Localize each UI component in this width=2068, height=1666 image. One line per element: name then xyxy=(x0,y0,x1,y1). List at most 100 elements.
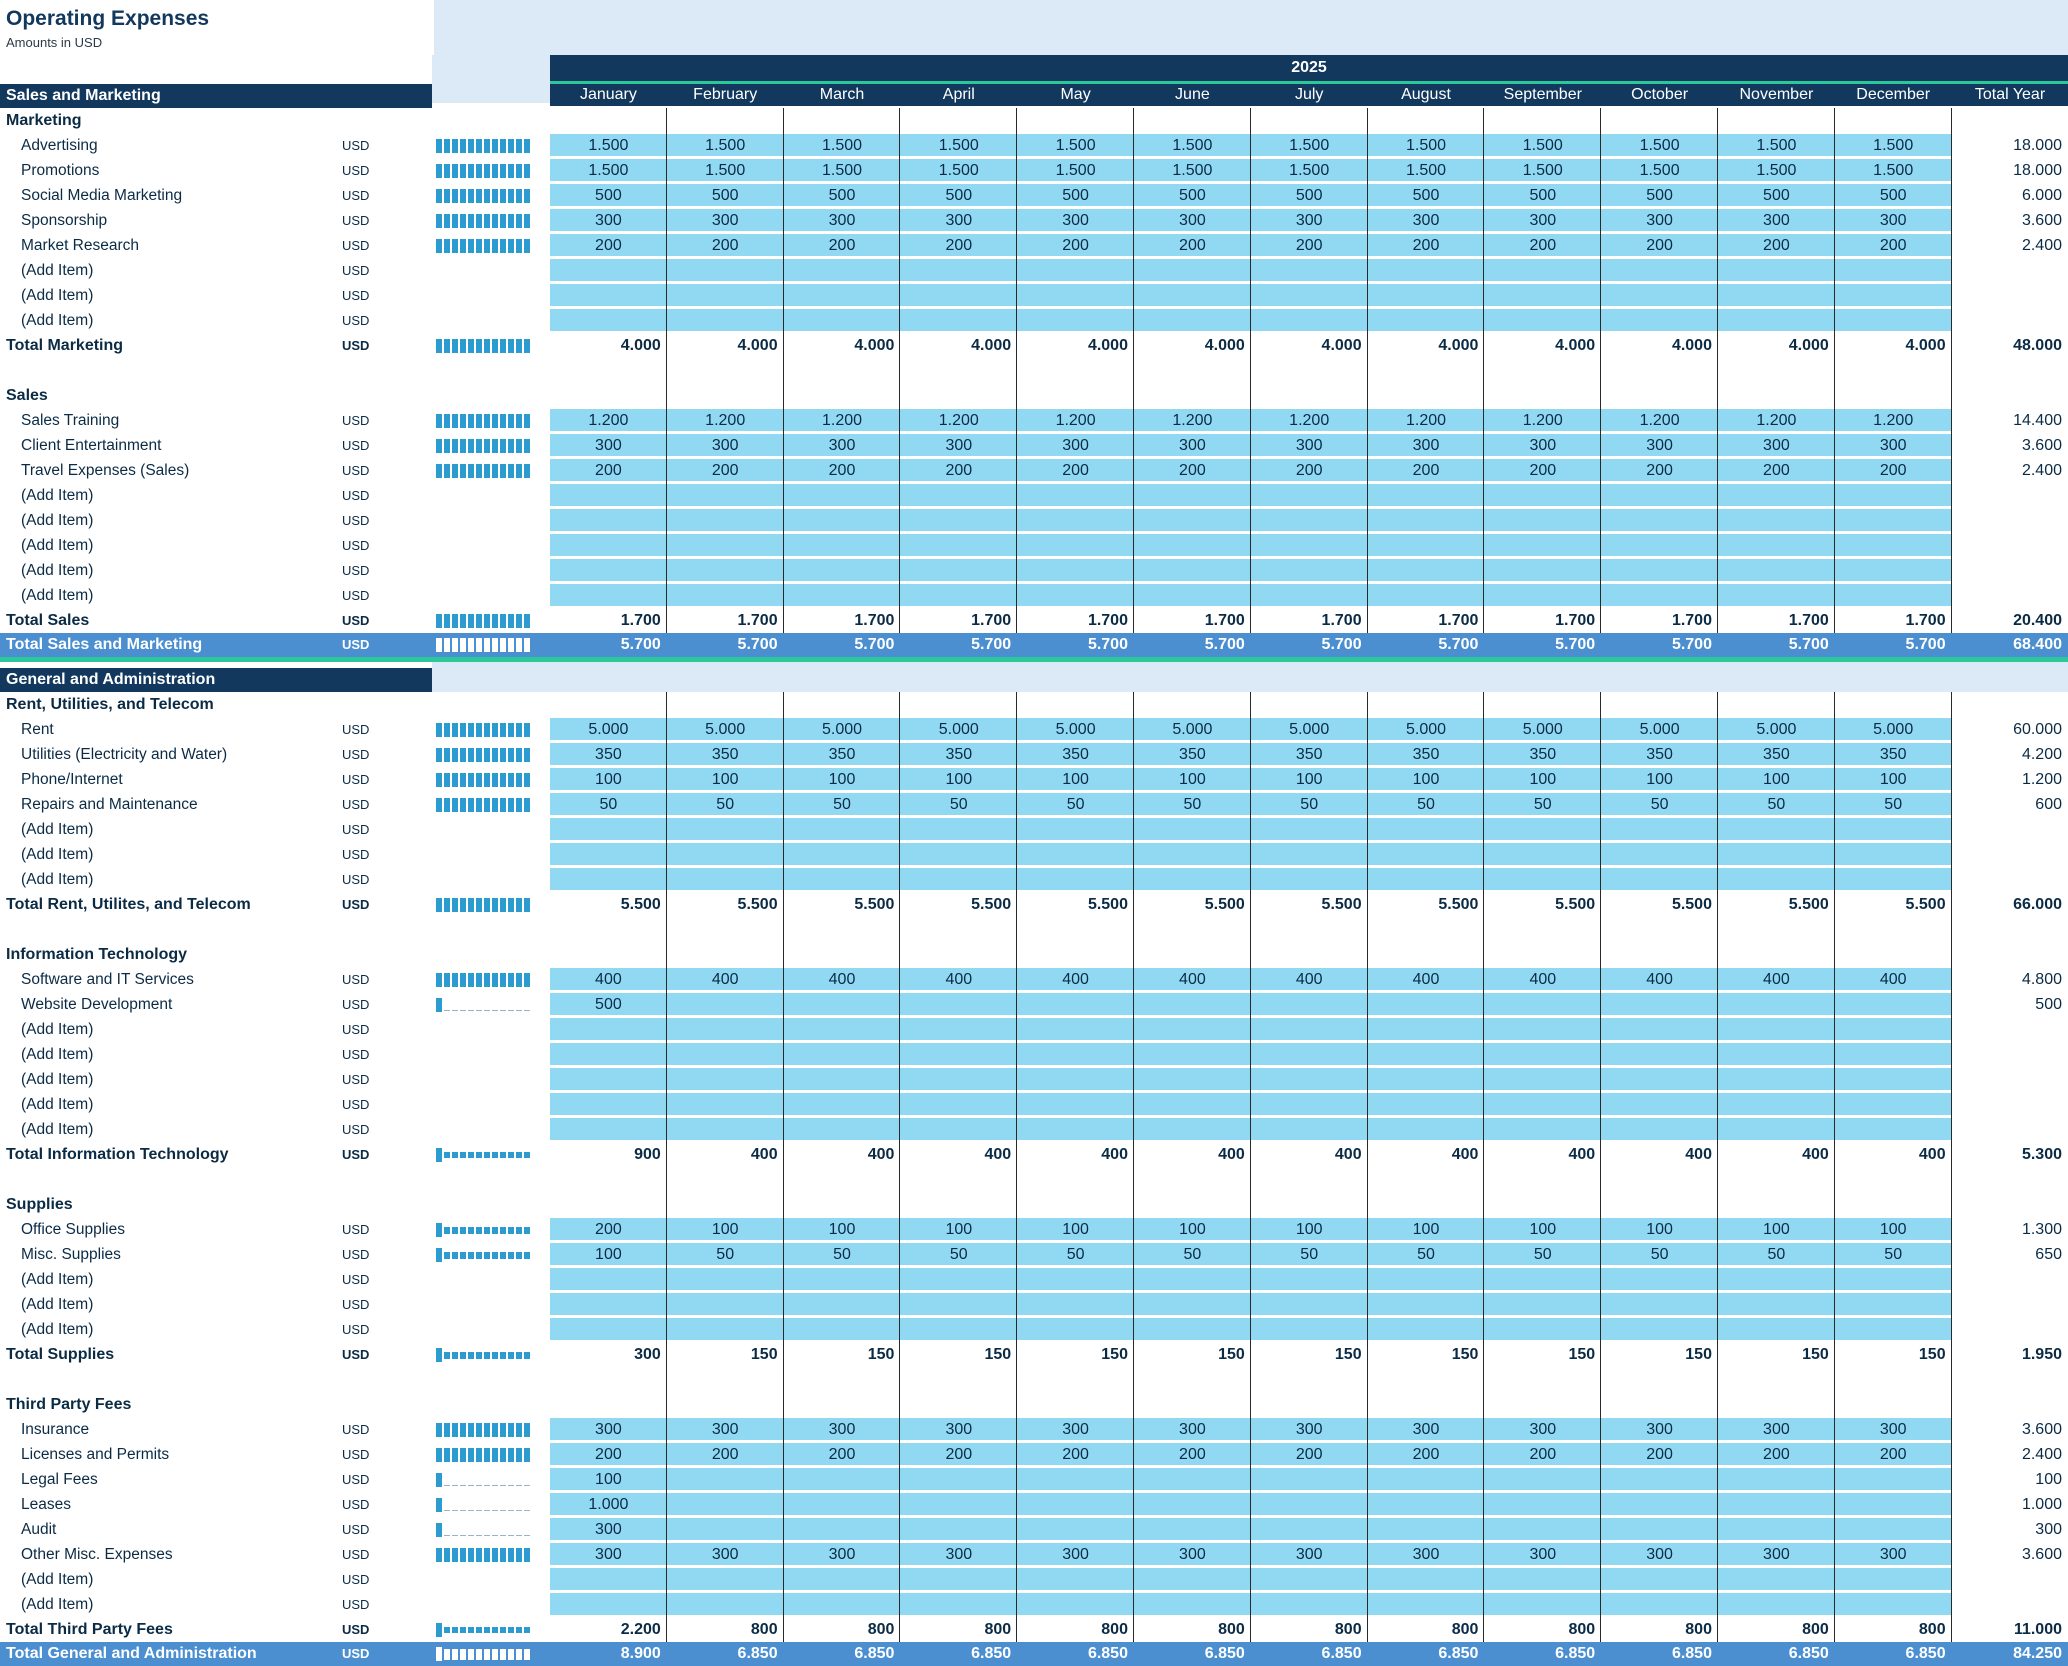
input-cell[interactable] xyxy=(1484,485,1601,505)
input-cell[interactable] xyxy=(1484,1044,1601,1064)
input-cell[interactable]: 100 xyxy=(1484,769,1601,791)
input-cell[interactable] xyxy=(550,535,667,555)
input-cell[interactable]: 50 xyxy=(1601,1244,1718,1266)
input-cell[interactable]: 200 xyxy=(1251,460,1368,482)
input-cell[interactable] xyxy=(900,869,1017,889)
input-cell[interactable] xyxy=(1251,1069,1368,1089)
input-cell[interactable] xyxy=(1835,1044,1952,1064)
input-cell[interactable] xyxy=(1017,1094,1134,1114)
month-header-january[interactable]: January xyxy=(550,84,667,106)
input-cell[interactable]: 300 xyxy=(1718,435,1835,457)
input-cell[interactable] xyxy=(1368,1119,1485,1139)
input-cell[interactable] xyxy=(1251,1294,1368,1314)
input-cell[interactable]: 400 xyxy=(1251,969,1368,991)
input-cell[interactable] xyxy=(667,1044,784,1064)
input-cell[interactable] xyxy=(1601,1094,1718,1114)
input-cell[interactable] xyxy=(1835,1119,1952,1139)
input-cell[interactable] xyxy=(1251,1319,1368,1339)
input-cell[interactable] xyxy=(1134,510,1251,530)
input-cell[interactable] xyxy=(1017,844,1134,864)
input-cell[interactable] xyxy=(1134,485,1251,505)
input-cell[interactable] xyxy=(1718,1294,1835,1314)
input-cell[interactable]: 1.500 xyxy=(1484,160,1601,182)
input-cell[interactable] xyxy=(550,1294,667,1314)
input-cell[interactable] xyxy=(784,535,901,555)
input-cell[interactable] xyxy=(900,585,1017,605)
input-cell[interactable] xyxy=(1484,560,1601,580)
input-cell[interactable] xyxy=(1134,869,1251,889)
input-cell[interactable] xyxy=(1251,1119,1368,1139)
input-cell[interactable] xyxy=(900,1044,1017,1064)
input-cell[interactable] xyxy=(1718,285,1835,305)
input-cell[interactable]: 200 xyxy=(667,1444,784,1466)
input-cell[interactable] xyxy=(667,560,784,580)
input-cell[interactable]: 300 xyxy=(550,435,667,457)
input-cell[interactable]: 200 xyxy=(1718,235,1835,257)
input-cell[interactable] xyxy=(900,1294,1017,1314)
input-cell[interactable] xyxy=(1601,485,1718,505)
input-cell[interactable]: 200 xyxy=(1134,1444,1251,1466)
input-cell[interactable] xyxy=(550,819,667,839)
input-cell[interactable]: 1.200 xyxy=(900,410,1017,432)
input-cell[interactable] xyxy=(1368,1094,1485,1114)
input-cell[interactable] xyxy=(1134,560,1251,580)
input-cell[interactable] xyxy=(1017,869,1134,889)
input-cell[interactable]: 5.000 xyxy=(1718,719,1835,741)
input-cell[interactable]: 350 xyxy=(1601,744,1718,766)
input-cell[interactable] xyxy=(1484,1569,1601,1589)
input-cell[interactable] xyxy=(784,1019,901,1039)
input-cell[interactable]: 200 xyxy=(1368,235,1485,257)
input-cell[interactable] xyxy=(667,819,784,839)
input-cell[interactable] xyxy=(1251,560,1368,580)
input-cell[interactable]: 200 xyxy=(1017,235,1134,257)
input-cell[interactable]: 1.500 xyxy=(1368,135,1485,157)
input-cell[interactable]: 50 xyxy=(550,794,667,816)
input-cell[interactable]: 1.200 xyxy=(1601,410,1718,432)
input-cell[interactable] xyxy=(1134,585,1251,605)
input-cell[interactable] xyxy=(1251,1044,1368,1064)
input-cell[interactable]: 300 xyxy=(1601,1419,1718,1441)
input-cell[interactable]: 50 xyxy=(900,1244,1017,1266)
input-cell[interactable] xyxy=(1134,1069,1251,1089)
input-cell[interactable]: 50 xyxy=(1601,794,1718,816)
input-cell[interactable] xyxy=(1368,260,1485,280)
input-cell[interactable] xyxy=(1017,260,1134,280)
input-cell[interactable] xyxy=(1134,844,1251,864)
input-cell[interactable] xyxy=(784,819,901,839)
input-cell[interactable]: 5.000 xyxy=(1484,719,1601,741)
input-cell[interactable] xyxy=(550,1119,667,1139)
input-cell[interactable]: 300 xyxy=(1134,210,1251,232)
input-cell[interactable]: 50 xyxy=(784,794,901,816)
month-header-february[interactable]: February xyxy=(667,84,784,106)
input-cell[interactable]: 400 xyxy=(900,969,1017,991)
month-header-may[interactable]: May xyxy=(1017,84,1134,106)
input-cell[interactable] xyxy=(1134,260,1251,280)
input-cell[interactable]: 200 xyxy=(1601,235,1718,257)
input-cell[interactable] xyxy=(1718,1119,1835,1139)
input-cell[interactable]: 1.500 xyxy=(1484,135,1601,157)
input-cell[interactable]: 5.000 xyxy=(667,719,784,741)
input-cell[interactable]: 50 xyxy=(1835,1244,1952,1266)
input-cell[interactable] xyxy=(1134,1569,1251,1589)
input-cell[interactable]: 300 xyxy=(1835,1544,1952,1566)
input-cell[interactable]: 350 xyxy=(1134,744,1251,766)
input-cell[interactable]: 300 xyxy=(900,210,1017,232)
input-cell[interactable]: 200 xyxy=(550,1219,667,1241)
input-cell[interactable] xyxy=(1251,485,1368,505)
input-cell[interactable] xyxy=(1368,535,1485,555)
input-cell[interactable] xyxy=(1134,1019,1251,1039)
input-cell[interactable]: 50 xyxy=(1368,1244,1485,1266)
input-cell[interactable] xyxy=(900,1069,1017,1089)
input-cell[interactable] xyxy=(1368,585,1485,605)
input-cell[interactable]: 500 xyxy=(1368,185,1485,207)
input-cell[interactable]: 300 xyxy=(1134,1419,1251,1441)
input-cell[interactable]: 300 xyxy=(550,1519,667,1541)
input-cell[interactable]: 350 xyxy=(900,744,1017,766)
input-cell[interactable]: 50 xyxy=(1484,1244,1601,1266)
input-cell[interactable] xyxy=(1368,485,1485,505)
input-cell[interactable]: 100 xyxy=(1251,1219,1368,1241)
input-cell[interactable]: 100 xyxy=(1251,769,1368,791)
input-cell[interactable] xyxy=(784,844,901,864)
input-cell[interactable] xyxy=(550,285,667,305)
input-cell[interactable] xyxy=(1484,1069,1601,1089)
